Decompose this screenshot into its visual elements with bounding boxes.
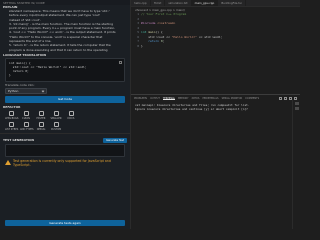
warning-icon bbox=[5, 159, 11, 165]
split-icon[interactable] bbox=[284, 96, 287, 100]
terminal-instance-icon[interactable] bbox=[294, 107, 299, 110]
refactor-label: CLEAN bbox=[22, 116, 30, 120]
refactor-label: SMALLER bbox=[50, 116, 62, 120]
code-preview: int main() { std::cout << "Hello World!"… bbox=[5, 57, 125, 82]
bug-icon bbox=[8, 110, 14, 116]
test-generation-header: TEST GENERATION Generate Test bbox=[0, 137, 130, 143]
translation-heading: LANGUAGE TRANSLATION bbox=[3, 52, 47, 57]
refactor-custom-button[interactable]: CUSTOM bbox=[50, 121, 62, 131]
generate-tests-again-button[interactable]: Generate tests again bbox=[5, 220, 125, 226]
panel-tab[interactable]: OUTPUT bbox=[150, 96, 160, 100]
refactor-label: DOCS bbox=[67, 116, 75, 120]
refactor-less-bugs-button[interactable]: LESS BUGS bbox=[5, 110, 19, 120]
custom-icon bbox=[53, 121, 59, 127]
editor-tab[interactable]: BuildingFile.tsi bbox=[218, 0, 246, 6]
refactor-actions-row-1: LESS BUGS CLEAN FASTER SMALLER DOCS bbox=[0, 110, 130, 120]
refactor-actions-row-2: LIST STEPS ADD TYPES DEBUG CUSTOM bbox=[0, 121, 130, 131]
terminal-line: Ignore insecure directories and continue… bbox=[135, 107, 248, 111]
language-select[interactable]: Python bbox=[5, 87, 47, 94]
bottom-panel: PROBLEMS OUTPUT TERMINAL MEMORY XRTOS PERIPHE… bbox=[131, 94, 300, 229]
terminal-output[interactable]: cat mainapi: Insecure directories and fi… bbox=[131, 101, 300, 113]
refactor-label: CUSTOM bbox=[50, 127, 62, 131]
shrink-icon bbox=[53, 110, 59, 116]
panel-tab[interactable]: PROBLEMS bbox=[134, 96, 147, 100]
add-terminal-icon[interactable] bbox=[279, 96, 282, 100]
editor-tab[interactable]: main_gpu.cpp bbox=[191, 0, 219, 6]
refactor-list-steps-button[interactable]: LIST STEPS bbox=[5, 121, 19, 131]
list-icon bbox=[8, 121, 14, 127]
line-number: 8 bbox=[137, 43, 139, 48]
explanation-text: standard namespace. This means that we d… bbox=[0, 9, 130, 52]
refactor-docs-button[interactable]: DOCS bbox=[65, 110, 77, 120]
copy-icon[interactable] bbox=[119, 60, 122, 64]
panel-tab[interactable]: SERIAL MONITOR bbox=[222, 96, 243, 100]
line-content: return 0; bbox=[148, 39, 165, 43]
docs-icon bbox=[68, 110, 74, 116]
line-content: } bbox=[141, 43, 143, 48]
panel-tab[interactable]: TERMINAL bbox=[162, 96, 175, 100]
code-editor[interactable]: 1// Your First C++ Program 2 3 #include <io… bbox=[131, 12, 300, 94]
debug-icon bbox=[38, 121, 44, 127]
refactor-label: LESS BUGS bbox=[5, 116, 19, 120]
refactor-heading: REFACTOR bbox=[3, 104, 21, 109]
refactor-smaller-button[interactable]: SMALLER bbox=[50, 110, 62, 120]
panel-tab[interactable]: MEMORY bbox=[178, 96, 189, 100]
test-output-box bbox=[5, 143, 125, 157]
terminal-list bbox=[292, 100, 300, 229]
panel-tab[interactable]: PERIPHERALS bbox=[202, 96, 218, 100]
editor-tab[interactable]: hello.cpp bbox=[131, 0, 151, 6]
warning-text: Test generation is currently only suppor… bbox=[13, 159, 111, 168]
bolt-icon bbox=[38, 110, 44, 116]
test-heading: TEST GENERATION bbox=[3, 138, 35, 143]
refactor-label: ADD TYPES bbox=[20, 127, 34, 131]
refactor-faster-button[interactable]: FASTER bbox=[35, 110, 47, 120]
refactor-label: DEBUG bbox=[36, 127, 46, 131]
terminal-instance-icon[interactable] bbox=[294, 102, 299, 105]
warning-line: Test generation is currently only suppor… bbox=[13, 158, 111, 163]
translate-label: Translate code into: bbox=[5, 82, 35, 87]
line-content: #include <iostream> bbox=[141, 21, 176, 25]
refactor-debug-button[interactable]: DEBUG bbox=[35, 121, 47, 131]
codegpt-side-panel: SETTING STARTED W/ CODE EXPLAIN standard… bbox=[0, 0, 131, 229]
editor-tabs: hello.cpp Hi.txt simulation.txt main_gpu.cp… bbox=[131, 0, 300, 7]
app-window: SETTING STARTED W/ CODE EXPLAIN standard… bbox=[0, 0, 300, 229]
get-code-button[interactable]: Get Code bbox=[5, 95, 125, 103]
panel-tab[interactable]: XRTOS bbox=[191, 96, 199, 100]
test-warning: Test generation is currently only suppor… bbox=[0, 158, 130, 169]
panel-tab[interactable]: COMMENTS bbox=[245, 96, 259, 100]
refactor-label: FASTER bbox=[36, 116, 46, 120]
clean-icon bbox=[23, 110, 29, 116]
code-line: } bbox=[9, 72, 11, 77]
type-icon bbox=[23, 121, 29, 127]
explanation-line: program is done executing and that it ca… bbox=[9, 47, 108, 52]
warning-line: TypeScript. bbox=[13, 163, 31, 168]
editor-tab[interactable]: Hi.txt bbox=[151, 0, 166, 6]
line-content: // Your First C++ Program bbox=[141, 12, 187, 16]
refactor-clean-button[interactable]: CLEAN bbox=[20, 110, 32, 120]
generate-test-button[interactable]: Generate Test bbox=[102, 137, 127, 143]
divider bbox=[0, 132, 130, 134]
refactor-label: LIST STEPS bbox=[5, 127, 19, 131]
code-line: 8} bbox=[131, 44, 300, 49]
editor-tab[interactable]: simulation.txt bbox=[165, 0, 192, 6]
refactor-add-types-button[interactable]: ADD TYPES bbox=[20, 121, 34, 131]
